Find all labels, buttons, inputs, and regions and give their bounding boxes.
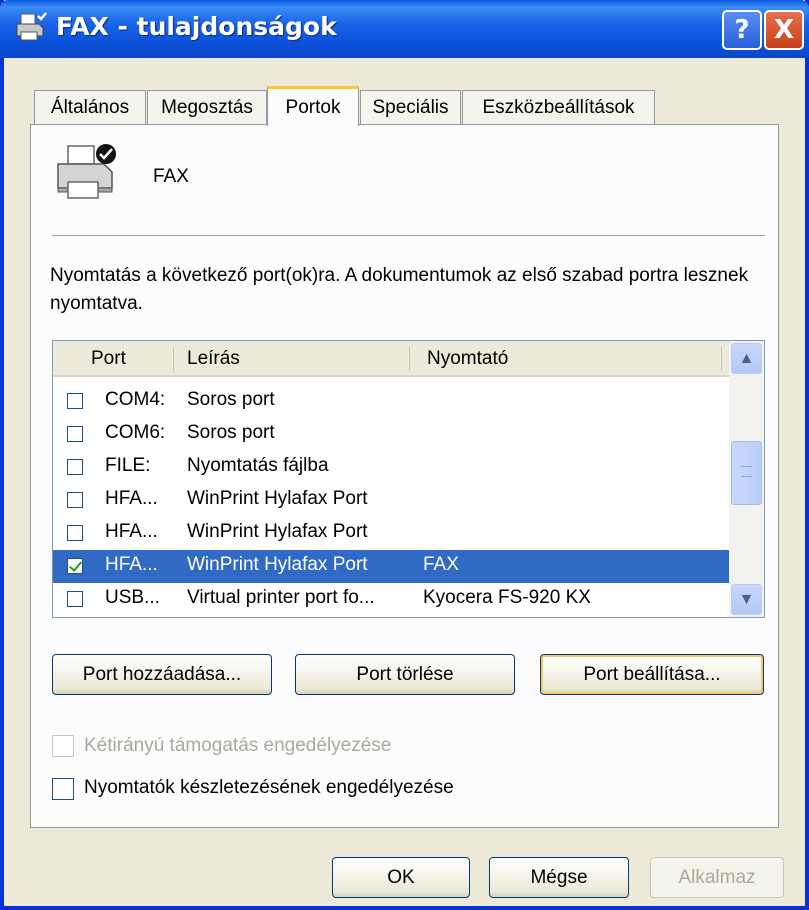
cell-description: Soros port: [187, 422, 275, 443]
cell-description: WinPrint Hylafax Port: [187, 554, 368, 575]
cell-port: COM6:: [105, 422, 166, 443]
cell-description: Soros port: [187, 389, 275, 410]
column-header-description[interactable]: Leírás: [187, 348, 240, 370]
chevron-up-icon: ▲: [738, 349, 755, 367]
table-row[interactable]: COM4: Soros port: [53, 385, 729, 418]
bidirectional-support-label: Kétirányú támogatás engedélyezése: [84, 735, 392, 756]
column-divider[interactable]: [173, 347, 174, 371]
row-checkbox-checked[interactable]: [67, 558, 83, 574]
ok-button[interactable]: OK: [332, 857, 470, 898]
table-row[interactable]: HFA... WinPrint Hylafax Port: [53, 484, 729, 517]
tab-general[interactable]: Általános: [34, 90, 146, 124]
column-divider[interactable]: [721, 347, 722, 371]
help-button[interactable]: ?: [722, 10, 762, 50]
title-bar[interactable]: FAX - tulajdonságok ? X: [0, 0, 809, 58]
bidirectional-support-checkbox[interactable]: [52, 735, 74, 757]
column-header-port[interactable]: Port: [91, 348, 126, 370]
table-row-selected[interactable]: HFA... WinPrint Hylafax Port FAX: [53, 550, 729, 583]
chevron-down-icon: ▼: [738, 590, 755, 608]
cell-printer: FAX: [423, 554, 459, 575]
table-row[interactable]: HFA... WinPrint Hylafax Port: [53, 517, 729, 550]
configure-port-button[interactable]: Port beállítása...: [540, 654, 764, 695]
printer-name: FAX: [153, 166, 189, 187]
add-port-button[interactable]: Port hozzáadása...: [52, 654, 272, 695]
cell-description: Nyomtatás fájlba: [187, 455, 329, 476]
cell-port: USB...: [105, 587, 160, 608]
cell-port: HFA...: [105, 521, 158, 542]
table-row[interactable]: FILE: Nyomtatás fájlba: [53, 451, 729, 484]
column-divider[interactable]: [409, 347, 410, 371]
printer-icon: [57, 144, 116, 199]
column-header-printer[interactable]: Nyomtató: [427, 348, 508, 370]
delete-port-button[interactable]: Port törlése: [295, 654, 515, 695]
cell-port: HFA...: [105, 554, 158, 575]
cell-description: WinPrint Hylafax Port: [187, 488, 368, 509]
scroll-down-button[interactable]: ▼: [731, 584, 762, 615]
table-row[interactable]: USB... Virtual printer port fo... Kyocer…: [53, 583, 729, 616]
cell-port: COM4:: [105, 389, 166, 410]
scroll-up-button[interactable]: ▲: [731, 343, 762, 374]
cell-printer: Kyocera FS-920 KX: [423, 587, 591, 608]
tab-advanced[interactable]: Speciális: [360, 90, 461, 124]
tab-device-settings[interactable]: Eszközbeállítások: [462, 90, 655, 124]
printer-app-icon: [16, 12, 47, 41]
cell-description: Virtual printer port fo...: [187, 587, 375, 608]
row-checkbox[interactable]: [67, 492, 83, 508]
printer-pooling-label: Nyomtatók készletezésének engedélyezése: [84, 777, 454, 798]
tab-sharing[interactable]: Megosztás: [147, 90, 267, 124]
ports-description: Nyomtatás a következő port(ok)ra. A doku…: [50, 265, 749, 314]
port-list-header: Port Leírás Nyomtató: [53, 341, 729, 377]
scrollbar-thumb[interactable]: [731, 441, 762, 505]
cancel-button[interactable]: Mégse: [489, 857, 629, 898]
row-checkbox[interactable]: [67, 591, 83, 607]
row-checkbox[interactable]: [67, 525, 83, 541]
table-row[interactable]: COM6: Soros port: [53, 418, 729, 451]
cell-port: HFA...: [105, 488, 158, 509]
cell-port: FILE:: [105, 455, 151, 476]
port-list[interactable]: Port Leírás Nyomtató COM4: Soros port CO…: [52, 340, 765, 618]
divider: [52, 235, 765, 236]
row-checkbox[interactable]: [67, 459, 83, 475]
tab-ports[interactable]: Portok: [267, 86, 359, 126]
row-checkbox[interactable]: [67, 426, 83, 442]
apply-button[interactable]: Alkalmaz: [650, 857, 784, 898]
cell-description: WinPrint Hylafax Port: [187, 521, 368, 542]
vertical-scrollbar[interactable]: ▲ ▼: [729, 341, 764, 617]
close-button[interactable]: X: [764, 10, 804, 50]
printer-pooling-checkbox[interactable]: [52, 778, 74, 800]
window-title: FAX - tulajdonságok: [56, 12, 337, 41]
row-checkbox[interactable]: [67, 393, 83, 409]
